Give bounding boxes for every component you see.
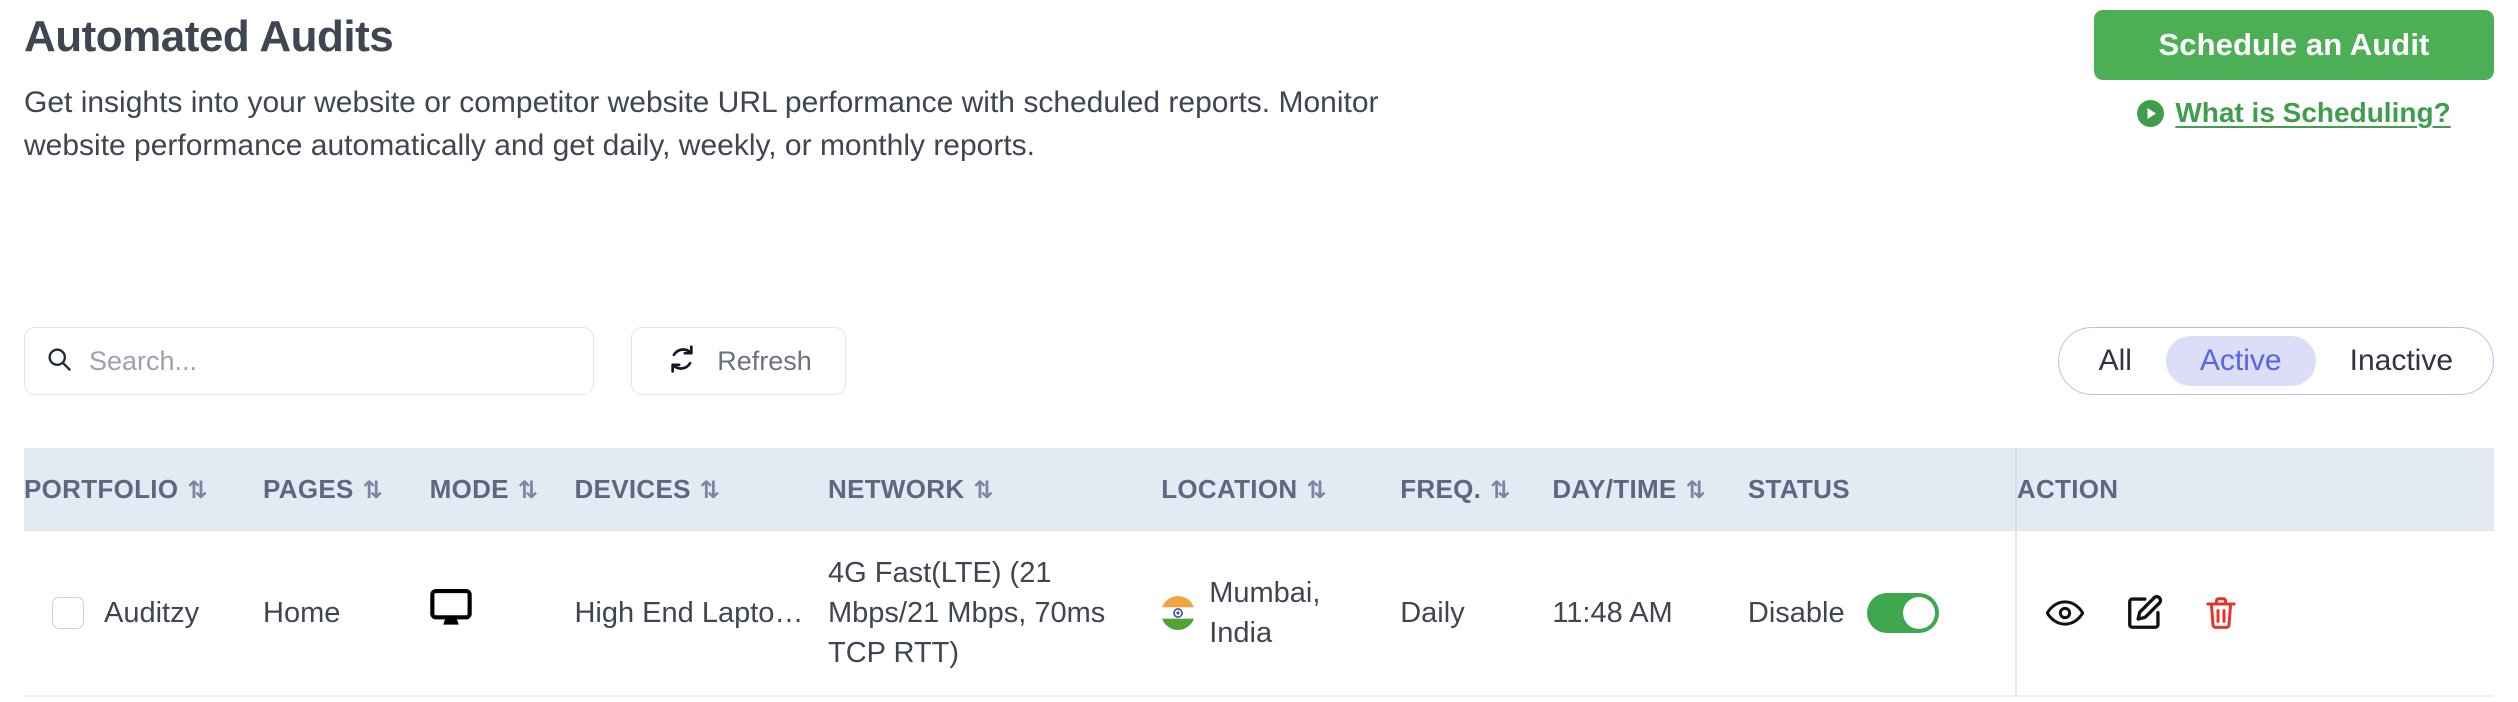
column-header-action: ACTION	[2014, 448, 2494, 531]
sort-icon-location[interactable]: ⇅	[1306, 478, 1326, 502]
table-header-row: PORTFOLIO ⇅ PAGES ⇅ MODE ⇅ DEVICES ⇅ NET…	[24, 448, 2494, 531]
column-label-pages: PAGES	[263, 474, 354, 504]
cell-pages: Home	[263, 531, 430, 698]
search-box[interactable]	[24, 327, 594, 395]
play-circle-icon	[2137, 99, 2165, 127]
column-label-devices: DEVICES	[574, 474, 691, 504]
column-label-status: STATUS	[1747, 474, 1850, 504]
schedule-an-audit-button[interactable]: Schedule an Audit	[2094, 10, 2494, 80]
audits-table: PORTFOLIO ⇅ PAGES ⇅ MODE ⇅ DEVICES ⇅ NET…	[24, 448, 2494, 698]
flag-india-icon	[1161, 596, 1196, 631]
status-label: Disable	[1747, 597, 1845, 630]
table-toolbar: Refresh All Active Inactive	[0, 327, 2518, 399]
desktop-monitor-icon	[429, 588, 472, 634]
column-label-action: ACTION	[2016, 474, 2119, 504]
header-actions: Schedule an Audit What is Scheduling?	[2094, 10, 2494, 129]
cell-daytime: 11:48 AM	[1552, 531, 1748, 698]
column-header-portfolio[interactable]: PORTFOLIO ⇅	[24, 448, 264, 531]
search-input[interactable]	[87, 344, 573, 378]
table-header: PORTFOLIO ⇅ PAGES ⇅ MODE ⇅ DEVICES ⇅ NET…	[24, 448, 2494, 531]
sort-icon-devices[interactable]: ⇅	[700, 478, 720, 502]
view-icon[interactable]	[2045, 598, 2085, 628]
column-header-status: STATUS	[1747, 448, 2016, 531]
sort-icon-pages[interactable]: ⇅	[363, 478, 383, 502]
column-label-portfolio: PORTFOLIO	[24, 474, 179, 504]
cell-portfolio: Auditzy	[24, 531, 264, 698]
delete-icon[interactable]	[2203, 594, 2239, 632]
cell-network: 4G Fast(LTE) (21 Mbps/21 Mbps, 70ms TCP …	[828, 531, 1162, 698]
column-header-daytime[interactable]: DAY/TIME ⇅	[1552, 448, 1748, 531]
search-icon	[45, 345, 73, 378]
edit-icon[interactable]	[2125, 594, 2163, 632]
sort-icon-mode[interactable]: ⇅	[518, 478, 538, 502]
what-is-scheduling-label: What is Scheduling?	[2175, 97, 2451, 128]
column-label-network: NETWORK	[828, 474, 965, 504]
table-row: Auditzy Home High End Lapto… 4G Fast(LTE…	[24, 531, 2494, 698]
column-header-devices[interactable]: DEVICES ⇅	[574, 448, 828, 531]
sort-icon-freq[interactable]: ⇅	[1490, 478, 1510, 502]
row-select-checkbox[interactable]	[52, 597, 84, 630]
audits-table-container: PORTFOLIO ⇅ PAGES ⇅ MODE ⇅ DEVICES ⇅ NET…	[24, 448, 2494, 698]
column-header-location[interactable]: LOCATION ⇅	[1161, 448, 1401, 531]
refresh-label: Refresh	[717, 345, 812, 376]
sort-icon-network[interactable]: ⇅	[973, 478, 993, 502]
table-body: Auditzy Home High End Lapto… 4G Fast(LTE…	[24, 531, 2494, 698]
sort-icon-portfolio[interactable]: ⇅	[187, 478, 207, 502]
page-header: Automated Audits Get insights into your …	[0, 0, 2518, 168]
page-description: Get insights into your website or compet…	[24, 86, 1379, 163]
column-label-location: LOCATION	[1161, 474, 1298, 504]
filter-option-all[interactable]: All	[2065, 336, 2166, 386]
what-is-scheduling-link[interactable]: What is Scheduling?	[2094, 97, 2494, 129]
portfolio-name: Auditzy	[104, 597, 200, 630]
status-toggle[interactable]	[1866, 593, 1939, 634]
column-label-mode: MODE	[429, 474, 509, 504]
column-label-freq: FREQ.	[1400, 474, 1482, 504]
filter-option-inactive[interactable]: Inactive	[2316, 336, 2487, 386]
column-header-network[interactable]: NETWORK ⇅	[828, 448, 1162, 531]
cell-status: Disable	[1747, 531, 2016, 698]
column-label-daytime: DAY/TIME	[1552, 474, 1677, 504]
cell-freq: Daily	[1400, 531, 1553, 698]
filter-option-active[interactable]: Active	[2165, 336, 2316, 386]
column-header-freq[interactable]: FREQ. ⇅	[1400, 448, 1553, 531]
refresh-icon	[665, 342, 699, 381]
location-name: Mumbai, India	[1209, 577, 1321, 650]
cell-location: Mumbai, India	[1161, 531, 1401, 698]
status-filter-group: All Active Inactive	[2057, 327, 2494, 395]
status-toggle-knob	[1902, 597, 1935, 630]
column-header-mode[interactable]: MODE ⇅	[429, 448, 575, 531]
cell-mode	[429, 531, 575, 698]
sort-icon-daytime[interactable]: ⇅	[1686, 478, 1706, 502]
column-header-pages[interactable]: PAGES ⇅	[263, 448, 430, 531]
cell-action	[2014, 531, 2494, 698]
refresh-button[interactable]: Refresh	[631, 327, 846, 395]
cell-devices: High End Lapto…	[574, 531, 828, 698]
